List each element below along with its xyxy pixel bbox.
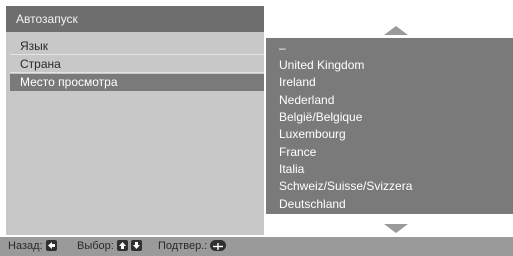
list-item[interactable]: France [279,144,316,161]
down-arrow-icon [130,239,142,251]
list-item[interactable]: Deutschland [279,196,346,213]
back-label: Назад: [8,240,43,252]
list-item[interactable]: United Kingdom [279,57,364,74]
select-label: Выбор: [77,240,114,252]
list-item[interactable]: Italia [279,161,304,178]
list-item[interactable]: Luxembourg [279,126,346,143]
list-item[interactable]: Ireland [279,74,316,91]
scroll-up-arrow-icon[interactable] [384,26,408,35]
left-arrow-icon [45,239,57,251]
list-item[interactable]: Nederland [279,92,334,109]
settings-menu: Язык Страна Место просмотра [6,32,264,235]
select-hint: Выбор: [77,237,142,256]
ok-button-icon [210,239,227,251]
menu-item-location[interactable]: Место просмотра [10,74,264,91]
back-hint: Назад: [8,237,57,256]
confirm-hint: Подтвер.: [158,237,227,256]
list-item[interactable]: België/Belgique [279,109,362,126]
menu-item-language[interactable]: Язык [10,38,264,55]
confirm-label: Подтвер.: [158,240,208,252]
list-item[interactable]: Schweiz/Suisse/Svizzera [279,178,412,195]
menu-title: Автозапуск [6,6,264,32]
tv-setup-screen: Автозапуск Язык Страна Место просмотра –… [0,0,513,256]
menu-item-country[interactable]: Страна [10,56,264,73]
scroll-down-arrow-icon[interactable] [384,224,408,233]
list-item[interactable]: – [279,40,286,57]
footer-hints: Назад: Выбор: Подтвер.: [0,237,513,256]
up-arrow-icon [116,239,128,251]
country-list: – United Kingdom Ireland Nederland Belgi… [266,38,513,214]
